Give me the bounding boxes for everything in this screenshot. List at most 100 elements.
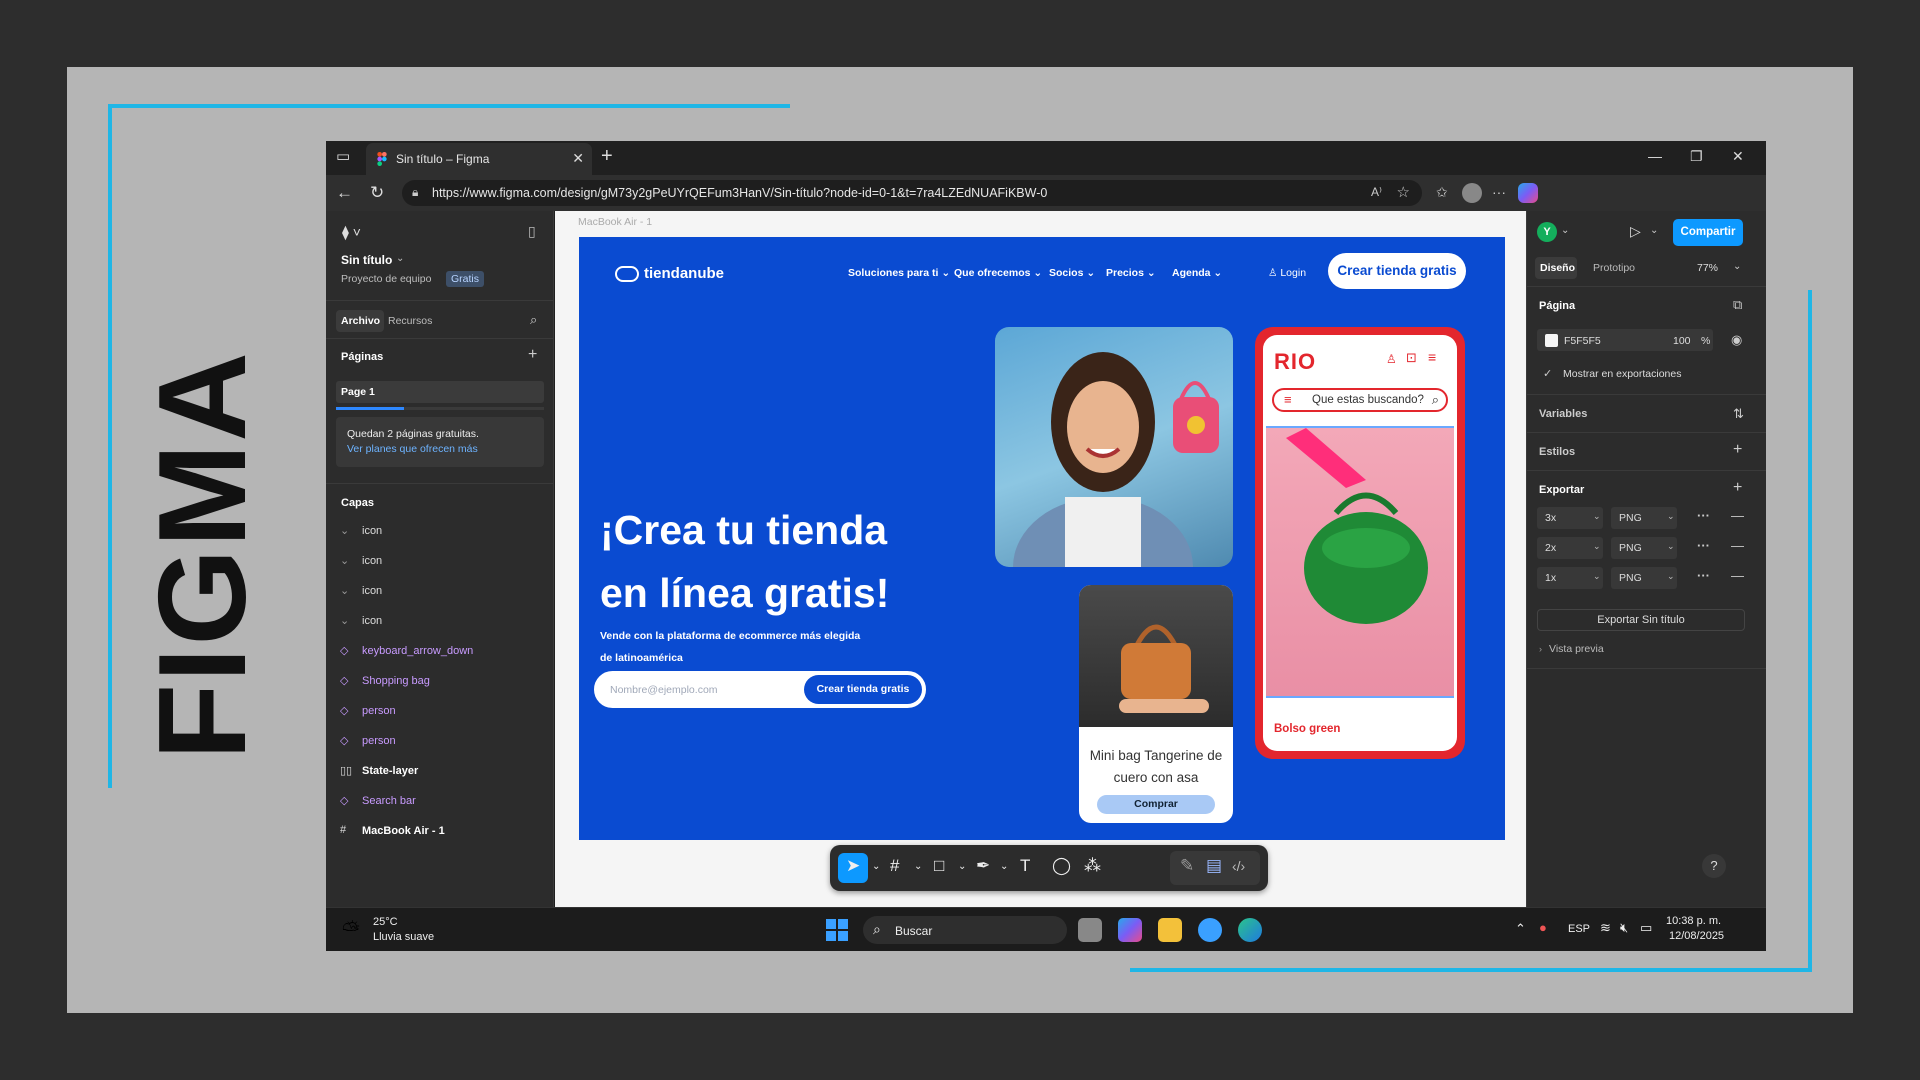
- nav-item[interactable]: Que ofrecemos ⌄: [954, 267, 1042, 279]
- preview-toggle[interactable]: Vista previa: [1549, 643, 1604, 655]
- nav-item[interactable]: Agenda ⌄: [1172, 267, 1222, 279]
- edge-browser-icon[interactable]: [1238, 918, 1262, 942]
- nav-item[interactable]: Precios ⌄: [1106, 267, 1156, 279]
- export-settings-icon[interactable]: ···: [1697, 538, 1710, 553]
- chevron-down-icon[interactable]: ⌄: [1650, 225, 1658, 236]
- user-avatar[interactable]: Y: [1537, 222, 1557, 242]
- task-view-icon[interactable]: [1078, 918, 1102, 942]
- chevron-down-icon[interactable]: ⌄: [340, 554, 349, 567]
- help-button[interactable]: ?: [1702, 854, 1726, 878]
- nav-item[interactable]: Soluciones para ti ⌄: [848, 267, 950, 279]
- windows-start-icon[interactable]: [826, 919, 848, 941]
- chevron-down-icon[interactable]: ⌄: [1667, 511, 1675, 522]
- remove-export-icon[interactable]: —: [1731, 568, 1744, 583]
- layer-row[interactable]: ⌄ icon: [340, 612, 540, 632]
- email-input[interactable]: Nombre@ejemplo.com Crear tienda gratis: [594, 671, 926, 708]
- search-icon[interactable]: ⌕: [1432, 392, 1439, 408]
- chevron-right-icon[interactable]: ›: [1539, 644, 1542, 654]
- present-play-icon[interactable]: ▷: [1630, 223, 1641, 240]
- chevron-down-icon[interactable]: ⌄: [1593, 511, 1601, 522]
- frame-tool-icon[interactable]: #: [890, 856, 899, 876]
- chevron-down-icon[interactable]: ⌄: [1561, 225, 1569, 236]
- layer-row[interactable]: ◇ Shopping bag: [340, 672, 540, 692]
- reload-icon[interactable]: ↻: [370, 183, 384, 203]
- favorites-icon[interactable]: ✩: [1436, 184, 1448, 201]
- layer-row[interactable]: ⌄ icon: [340, 552, 540, 572]
- chevron-down-icon[interactable]: ⌄: [1667, 541, 1675, 552]
- speaker-muted-icon[interactable]: 🔇︎: [1620, 920, 1628, 936]
- chevron-down-icon[interactable]: ⌄: [340, 524, 349, 537]
- person-icon[interactable]: ♙: [1386, 352, 1397, 366]
- chevron-down-icon[interactable]: ⌄: [1667, 571, 1675, 582]
- favorite-star-icon[interactable]: ☆: [1397, 183, 1410, 201]
- create-store-button[interactable]: Crear tienda gratis: [1328, 253, 1466, 289]
- zoom-level[interactable]: 77%: [1697, 262, 1718, 274]
- comment-tool-icon[interactable]: ◯: [1052, 856, 1071, 876]
- toggle-sidebar-icon[interactable]: ▯: [528, 223, 536, 240]
- help-app-icon[interactable]: [1198, 918, 1222, 942]
- layer-row[interactable]: ◇ person: [340, 702, 540, 722]
- design-frame[interactable]: tiendanube Soluciones para ti ⌄ Que ofre…: [579, 237, 1505, 840]
- export-settings-icon[interactable]: ···: [1697, 568, 1710, 583]
- chevron-down-icon[interactable]: ⌄: [914, 861, 922, 872]
- remove-export-icon[interactable]: —: [1731, 538, 1744, 553]
- layer-row[interactable]: ◇ keyboard_arrow_down: [340, 642, 540, 662]
- browser-tab[interactable]: Sin título – Figma ✕: [366, 143, 592, 175]
- copilot-icon[interactable]: [1118, 918, 1142, 942]
- chevron-down-icon[interactable]: ⌄: [1000, 861, 1008, 872]
- input-language[interactable]: ESP: [1568, 923, 1590, 935]
- phone-search-bar[interactable]: ≡ Que estas buscando? ⌕: [1272, 388, 1448, 412]
- back-icon[interactable]: ←: [336, 183, 353, 203]
- page-color-value[interactable]: F5F5F5: [1564, 335, 1601, 347]
- login-link[interactable]: ♙ Login: [1268, 267, 1306, 279]
- pen-tool-icon[interactable]: ✒: [976, 856, 990, 876]
- wifi-icon[interactable]: ≋: [1600, 920, 1611, 936]
- weather-condition[interactable]: Lluvia suave: [373, 931, 434, 943]
- address-field[interactable]: 🔒︎ https://www.figma.com/design/gM73y2gP…: [402, 180, 1422, 206]
- close-tab-icon[interactable]: ✕: [572, 150, 584, 167]
- file-explorer-icon[interactable]: [1158, 918, 1182, 942]
- shopping-bag-icon[interactable]: ⊡: [1406, 350, 1417, 366]
- layer-row[interactable]: ⌄ icon: [340, 522, 540, 542]
- nav-item[interactable]: Socios ⌄: [1049, 267, 1095, 279]
- layer-row[interactable]: ▯▯ State-layer: [340, 762, 540, 782]
- layer-row[interactable]: # MacBook Air - 1: [340, 822, 540, 842]
- checkbox-checked[interactable]: ✓: [1543, 367, 1552, 380]
- chevron-up-icon[interactable]: ⌃: [1515, 921, 1526, 937]
- new-tab-icon[interactable]: +: [601, 145, 613, 168]
- close-window-icon[interactable]: ✕: [1732, 148, 1744, 165]
- copilot-icon[interactable]: [1518, 183, 1538, 203]
- add-style-icon[interactable]: +: [1733, 441, 1742, 459]
- hamburger-icon[interactable]: ≡: [1284, 392, 1292, 407]
- eye-icon[interactable]: ◉: [1731, 332, 1742, 348]
- chevron-down-icon[interactable]: ⌄: [396, 253, 404, 264]
- lock-icon[interactable]: 🔒︎: [412, 185, 418, 200]
- figma-menu-icon[interactable]: ⧫ ˅: [342, 224, 361, 241]
- draw-tool-icon[interactable]: ✎: [1180, 856, 1194, 876]
- chevron-down-icon[interactable]: ⌄: [340, 584, 349, 597]
- menu-icon[interactable]: ≡: [1428, 349, 1436, 365]
- chevron-down-icon[interactable]: ⌄: [340, 614, 349, 627]
- frame-label[interactable]: MacBook Air - 1: [578, 216, 652, 228]
- local-variables-icon[interactable]: ⧉: [1733, 297, 1742, 313]
- layer-row[interactable]: ⌄ icon: [340, 582, 540, 602]
- weather-icon[interactable]: ⛅︎: [342, 917, 360, 943]
- security-icon[interactable]: ●: [1539, 920, 1547, 935]
- page-color-swatch[interactable]: [1545, 334, 1558, 347]
- dev-mode-icon[interactable]: ‹/›: [1232, 858, 1245, 874]
- rectangle-tool-icon[interactable]: □: [934, 856, 944, 876]
- share-button[interactable]: Compartir: [1673, 219, 1743, 246]
- clock-date[interactable]: 12/08/2025: [1669, 930, 1724, 942]
- remove-export-icon[interactable]: —: [1731, 508, 1744, 523]
- file-name[interactable]: Sin título: [341, 253, 392, 267]
- chevron-down-icon[interactable]: ⌄: [1733, 261, 1741, 272]
- actions-tool-icon[interactable]: ⁂: [1084, 856, 1101, 876]
- page-opacity-value[interactable]: 100: [1673, 335, 1691, 347]
- export-settings-icon[interactable]: ···: [1697, 508, 1710, 523]
- project-name[interactable]: Proyecto de equipo: [341, 273, 431, 285]
- temperature[interactable]: 25°C: [373, 916, 398, 928]
- restore-icon[interactable]: ❐: [1690, 148, 1703, 165]
- chevron-down-icon[interactable]: ⌄: [1593, 541, 1601, 552]
- minimize-icon[interactable]: —: [1648, 148, 1662, 164]
- taskbar-search[interactable]: ⌕ Buscar: [863, 916, 1067, 944]
